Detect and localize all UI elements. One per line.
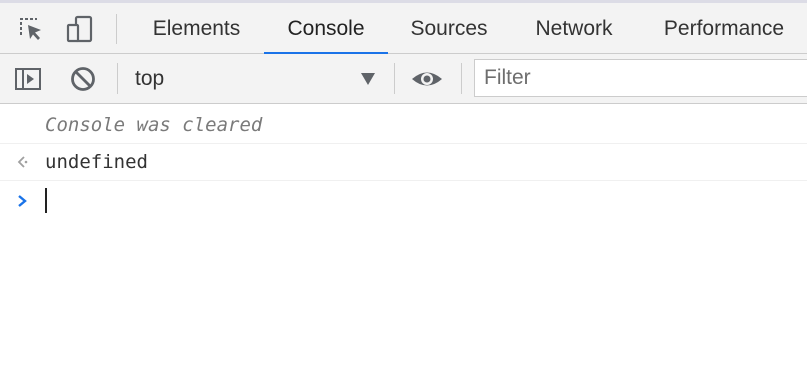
devtools-panel: Elements Console Sources Network Perform… — [0, 0, 807, 376]
dropdown-arrow-icon — [360, 72, 376, 91]
prompt-chevron-icon — [12, 191, 32, 211]
inspect-element-icon[interactable] — [14, 12, 48, 46]
tab-network[interactable]: Network — [520, 3, 628, 54]
main-tab-bar: Elements Console Sources Network Perform… — [0, 0, 807, 55]
context-selector-value: top — [135, 67, 165, 90]
result-arrow-icon — [12, 152, 32, 172]
device-toolbar-icon[interactable] — [63, 12, 97, 46]
filter-input[interactable] — [474, 59, 807, 97]
console-result: undefined — [0, 144, 807, 181]
tab-elements[interactable]: Elements — [140, 3, 253, 54]
toolbar-separator — [461, 63, 462, 94]
clear-console-icon[interactable] — [66, 62, 100, 96]
console-message: Console was cleared — [0, 104, 807, 144]
live-expression-icon[interactable] — [410, 62, 444, 96]
context-selector[interactable]: top — [126, 60, 386, 97]
tab-performance[interactable]: Performance — [649, 3, 799, 54]
tab-sources[interactable]: Sources — [398, 3, 500, 54]
show-sidebar-icon[interactable] — [11, 62, 45, 96]
console-result-text: undefined — [45, 151, 148, 173]
console-message-text: Console was cleared — [45, 114, 263, 136]
tab-console[interactable]: Console — [264, 3, 388, 55]
console-messages: Console was cleared undefined — [0, 104, 807, 221]
console-toolbar: top — [0, 54, 807, 104]
toolbar-separator — [117, 63, 118, 94]
tabbar-separator — [116, 14, 117, 44]
console-prompt[interactable] — [0, 181, 807, 221]
toolbar-separator — [394, 63, 395, 94]
text-caret — [45, 188, 47, 213]
